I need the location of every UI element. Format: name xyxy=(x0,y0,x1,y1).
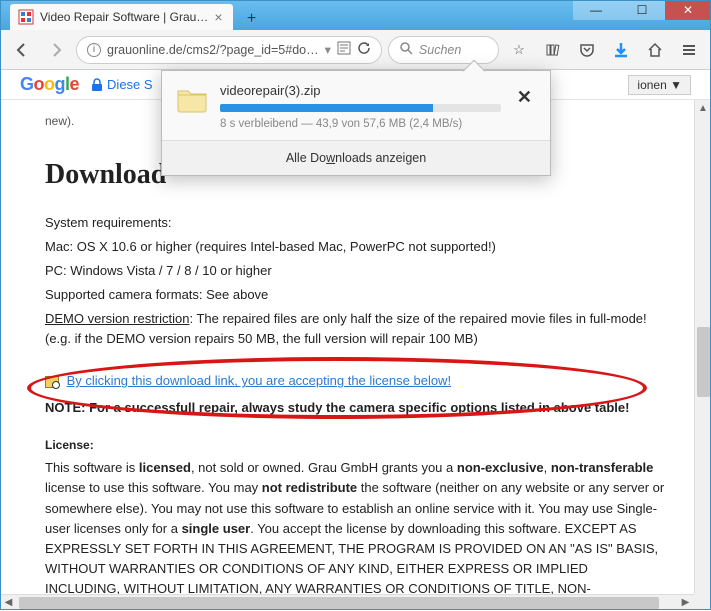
download-link[interactable]: By clicking this download link, you are … xyxy=(67,373,451,388)
nav-back-button[interactable] xyxy=(8,36,36,64)
reload-icon[interactable] xyxy=(357,41,371,58)
license-heading: License: xyxy=(45,436,666,455)
library-icon[interactable] xyxy=(539,36,567,64)
download-cancel-button[interactable]: ✕ xyxy=(513,83,536,112)
url-bar[interactable]: i grauonline.de/cms2/?page_id=5#do… ▾ xyxy=(76,36,382,64)
gbar-options-button[interactable]: ionen ▼ xyxy=(628,75,691,95)
scroll-right-arrow[interactable]: ▶ xyxy=(677,595,694,611)
home-icon[interactable] xyxy=(641,36,669,64)
download-filename[interactable]: videorepair(3).zip xyxy=(220,83,501,98)
lock-icon xyxy=(91,78,103,92)
package-icon xyxy=(45,376,59,388)
google-logo[interactable]: Google xyxy=(20,74,79,95)
demo-restriction: DEMO version restriction: The repaired f… xyxy=(45,309,666,349)
url-text: grauonline.de/cms2/?page_id=5#do… xyxy=(107,43,319,57)
window-titlebar: Video Repair Software | Grau… × + — ☐ ✕ xyxy=(0,0,711,30)
requirements-label: System requirements: xyxy=(45,213,666,233)
gbar-item[interactable]: Diese S xyxy=(91,77,153,92)
show-all-downloads[interactable]: Alle Downloads anzeigen xyxy=(162,140,550,175)
dropdown-icon[interactable]: ▾ xyxy=(325,42,331,57)
browser-tab[interactable]: Video Repair Software | Grau… × xyxy=(10,4,233,30)
search-placeholder: Suchen xyxy=(419,43,488,57)
download-panel: videorepair(3).zip 8 s verbleibend — 43,… xyxy=(161,70,551,176)
scroll-up-arrow[interactable]: ▲ xyxy=(695,100,711,117)
req-pc: PC: Windows Vista / 7 / 8 / 10 or higher xyxy=(45,261,666,281)
pocket-icon[interactable] xyxy=(573,36,601,64)
new-tab-button[interactable]: + xyxy=(239,8,265,30)
window-close-button[interactable]: ✕ xyxy=(665,0,711,20)
nav-forward-button[interactable] xyxy=(42,36,70,64)
browser-toolbar: i grauonline.de/cms2/?page_id=5#do… ▾ Su… xyxy=(0,30,711,70)
req-camera: Supported camera formats: See above xyxy=(45,285,666,305)
hscroll-thumb[interactable] xyxy=(19,597,659,609)
license-text: This software is licensed, not sold or o… xyxy=(45,458,666,594)
info-icon[interactable]: i xyxy=(87,43,101,57)
vertical-scrollbar[interactable]: ▲ ▼ xyxy=(694,100,711,610)
tab-title: Video Repair Software | Grau… xyxy=(40,10,208,24)
menu-icon[interactable] xyxy=(675,36,703,64)
scrollbar-corner xyxy=(694,594,711,610)
search-engine-icon[interactable] xyxy=(399,41,413,58)
tab-close-icon[interactable]: × xyxy=(214,9,222,25)
download-progress-bar xyxy=(220,104,501,112)
window-minimize-button[interactable]: — xyxy=(573,0,619,20)
downloads-icon[interactable] xyxy=(607,36,635,64)
window-controls: — ☐ ✕ xyxy=(573,0,711,20)
tab-favicon xyxy=(18,9,34,25)
search-bar[interactable]: Suchen xyxy=(388,36,499,64)
horizontal-scrollbar[interactable]: ◀ ▶ xyxy=(0,594,694,610)
download-link-line: By clicking this download link, you are … xyxy=(45,371,666,391)
bookmark-star-icon[interactable]: ☆ xyxy=(505,36,533,64)
scroll-left-arrow[interactable]: ◀ xyxy=(0,595,17,611)
req-mac: Mac: OS X 10.6 or higher (requires Intel… xyxy=(45,237,666,257)
download-status: 8 s verbleibend — 43,9 von 57,6 MB (2,4 … xyxy=(220,118,501,130)
reader-icon[interactable] xyxy=(337,41,351,58)
window-maximize-button[interactable]: ☐ xyxy=(619,0,665,20)
note-line: NOTE: For a successfull repair, always s… xyxy=(45,398,666,418)
folder-icon xyxy=(176,83,208,115)
vscroll-thumb[interactable] xyxy=(697,327,710,397)
download-progress-fill xyxy=(220,104,433,112)
